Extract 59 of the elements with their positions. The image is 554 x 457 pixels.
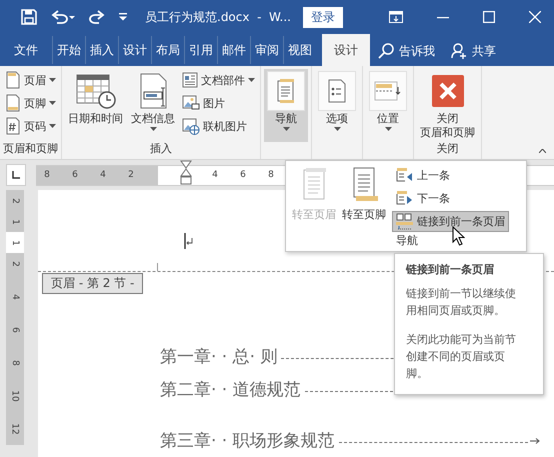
ruler-number: 1 [10,240,20,246]
dropdown-item[interactable]: 链接到前一条页眉 [392,211,509,232]
group-label: 关闭 [436,142,458,155]
sign-in-button[interactable]: 登录 [303,6,343,28]
header-label: 页眉 - 第 2 节 - [42,273,144,294]
ruler-number: 1 [10,218,20,224]
dropdown-button[interactable]: 转至页脚 [340,165,388,232]
ribbon-button[interactable]: 图片 [180,92,257,114]
ribbon-button[interactable]: 导航 [264,69,308,142]
ribbon-button[interactable]: 文档信息 [128,69,178,142]
ribbon-button[interactable]: 日期和时间 [65,69,126,142]
ruler-number: 4 [211,170,219,180]
ruler-number: 6 [239,170,247,180]
ribbon-tab[interactable]: 布局 [151,36,184,64]
group-label: 导航 [396,234,418,247]
ribbon-button[interactable]: 联机图片 [180,115,257,137]
ruler-number: 6 [71,170,79,180]
tooltip-text: 链接到前一节以继续使用相同页眉或页脚。 [406,286,517,319]
button-label[interactable]: 页眉和页脚 [420,126,475,140]
ribbon-button[interactable]: 文档部件 [180,69,257,91]
ribbon-tab[interactable]: 审阅 [250,36,283,64]
ribbon-button[interactable]: 位置 [366,69,410,142]
tooltip-text: 关闭此功能可为当前节创建不同的页眉或页脚。 [406,332,517,382]
ruler-number: 10 [10,390,20,402]
toc-entry[interactable]: 第一章· · 总· 则 [160,345,278,368]
button-label[interactable]: 关闭 [436,112,458,126]
toc-entry[interactable]: 第二章· · 道德规范 [160,378,301,401]
share-button[interactable]: 共享 [451,36,496,66]
ruler-number: 6 [10,326,20,332]
ruler-number: 2 [127,170,135,180]
tooltip-title: 链接到前一条页眉 [406,262,495,277]
ribbon-button[interactable]: 选项 [315,69,359,142]
window-title: 员工行为规范.docx - W... [145,8,291,26]
ribbon-button[interactable]: 关闭 页眉和页脚 [417,69,478,142]
ribbon-tab[interactable]: 插入 [85,36,118,64]
ruler-number: 4 [99,170,107,180]
ribbon-tab[interactable]: 视图 [283,36,316,64]
ruler-number: 2 [10,260,20,266]
ruler-number: 8 [267,170,275,180]
ribbon-button[interactable]: 页脚 [3,92,58,114]
toc-entry[interactable]: 第三章· · 职场形象规范 [160,429,335,452]
ruler-number: 4 [10,294,20,300]
ribbon-tab[interactable]: 引用 [184,36,217,64]
ribbon-tab[interactable]: 设计 [322,34,370,66]
group-label: 页眉和页脚 [3,142,58,155]
ribbon-tab[interactable]: 文件 [0,36,52,64]
ribbon-button[interactable]: 页码 [3,115,58,137]
ruler-number: 8 [10,360,20,366]
tell-me-button[interactable]: 告诉我 [378,36,435,66]
group-label: 插入 [150,142,172,155]
ribbon-tab[interactable]: 设计 [118,36,151,64]
ribbon-tab[interactable]: 开始 [52,36,85,64]
ruler-number: 8 [43,170,51,180]
ribbon-tab[interactable]: 邮件 [217,36,250,64]
ruler-number: 12 [10,422,20,434]
ribbon-button[interactable]: 页眉 [3,69,58,91]
dropdown-item[interactable]: 上一条 [392,165,509,186]
dropdown-item[interactable]: 下一条 [392,188,509,209]
ruler-number: 2 [10,198,20,204]
